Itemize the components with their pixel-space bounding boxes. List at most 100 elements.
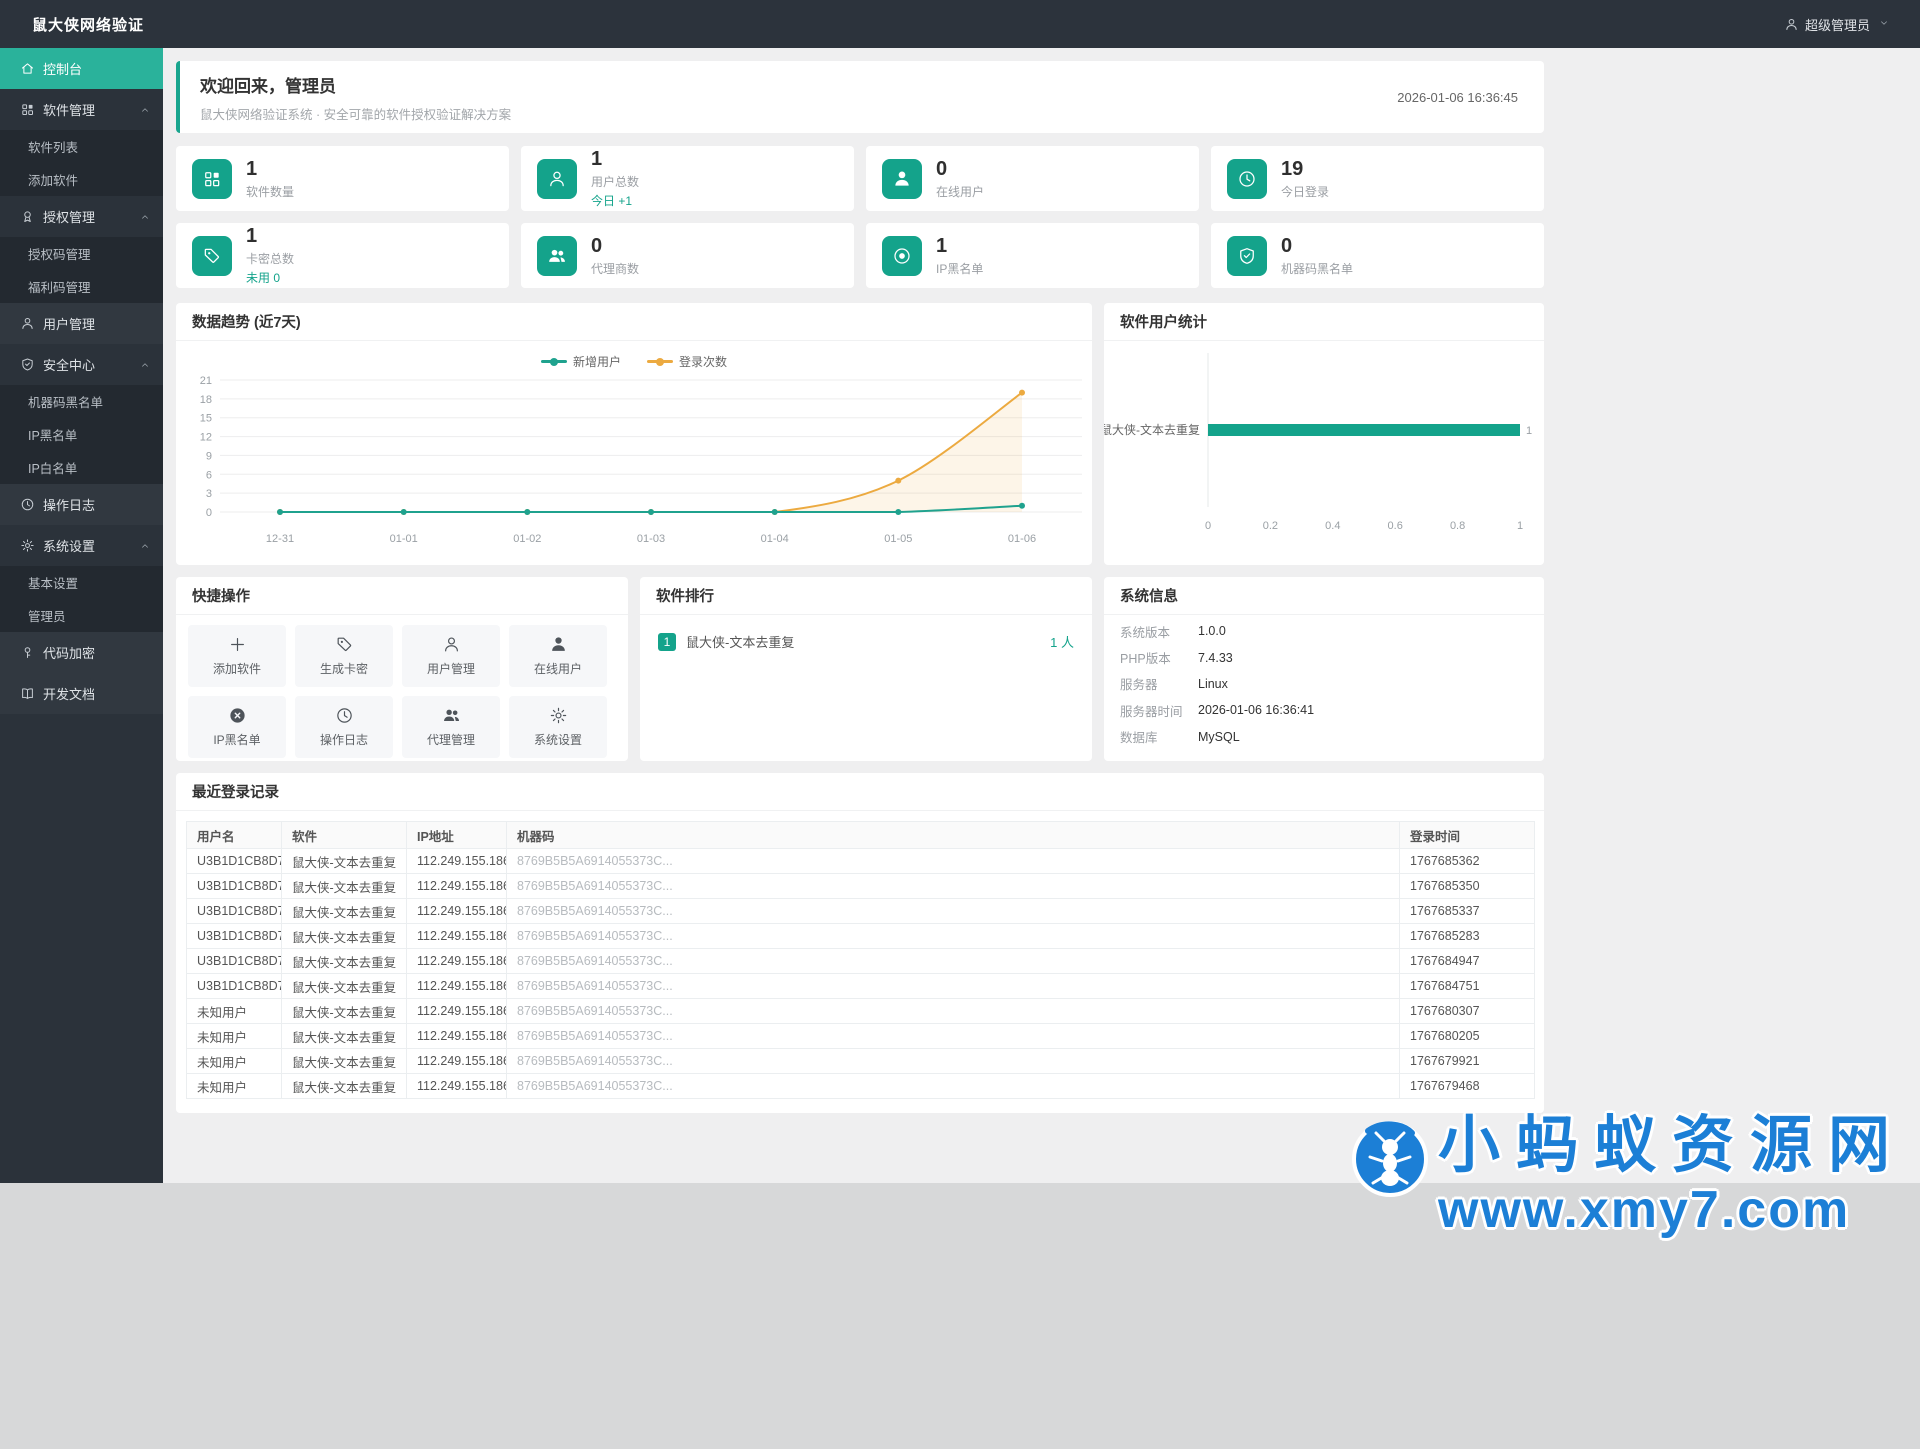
column-header: IP地址 bbox=[406, 821, 507, 849]
stat-label: 代理商数 bbox=[591, 261, 640, 276]
table-row[interactable]: U3B1D1CB8D7 鼠大侠-文本去重复 112.249.155.186 8769B… bbox=[186, 973, 1535, 999]
sidebar-item-ip-blacklist[interactable]: IP黑名单 bbox=[0, 418, 163, 451]
quick-action-add-software[interactable]: 添加软件 bbox=[188, 625, 286, 687]
svg-text:0.2: 0.2 bbox=[1263, 520, 1278, 532]
quick-action-ip-blacklist[interactable]: IP黑名单 bbox=[188, 696, 286, 758]
sidebar-item-software-list[interactable]: 软件列表 bbox=[0, 130, 163, 163]
gear-icon bbox=[549, 706, 568, 725]
sidebar-item-label: 控制台 bbox=[43, 62, 83, 77]
stats-grid: 1 软件数量 1 用户总数 今日 +1 0 在线用户 19 今日登录 1 卡密总数 未用 0 0 代理商数… bbox=[176, 146, 1544, 288]
sidebar-item-user-mgmt[interactable]: 用户管理 bbox=[0, 303, 163, 344]
quick-action-op-logs[interactable]: 操作日志 bbox=[295, 696, 393, 758]
user-menu[interactable]: 超级管理员 bbox=[1784, 15, 1890, 34]
main-content: 欢迎回来，管理员 鼠大侠网络验证系统 · 安全可靠的软件授权验证解决方案 202… bbox=[163, 48, 1920, 1113]
column-header: 机器码 bbox=[506, 821, 1400, 849]
stat-text: 1 软件数量 bbox=[246, 158, 294, 200]
stat-label: 机器码黑名单 bbox=[1281, 261, 1354, 276]
table-cell: 鼠大侠-文本去重复 bbox=[281, 1048, 407, 1074]
table-cell: 未知用户 bbox=[186, 1023, 282, 1049]
sidebar-item-license-codes[interactable]: 授权码管理 bbox=[0, 237, 163, 270]
stat-label: 软件数量 bbox=[246, 184, 295, 199]
stat-text: 1 IP黑名单 bbox=[936, 235, 983, 277]
quick-action-agent-mgmt[interactable]: 代理管理 bbox=[402, 696, 500, 758]
table-row[interactable]: 未知用户 鼠大侠-文本去重复 112.249.155.186 8769B5B5A691… bbox=[186, 1048, 1535, 1074]
table-cell: 8769B5B5A6914055373C... bbox=[506, 898, 1400, 924]
app-background: 鼠大侠网络验证 超级管理员 控制台 软件管理 软件列表 添加软件 授权管理 授权码管理 福利… bbox=[0, 0, 1920, 1183]
table-row[interactable]: U3B1D1CB8D7 鼠大侠-文本去重复 112.249.155.186 8769B… bbox=[186, 873, 1535, 899]
recent-logins-table: 用户名 软件 IP地址 机器码 登录时间 U3B1D1CB8D7 鼠大侠-文本去重复 112… bbox=[186, 821, 1535, 1099]
table-row[interactable]: U3B1D1CB8D7 鼠大侠-文本去重复 112.249.155.186 8769B… bbox=[186, 848, 1535, 874]
table-cell: 1767685350 bbox=[1399, 873, 1535, 899]
system-info-row: 服务器时间 2026-01-06 16:36:41 bbox=[1120, 697, 1528, 723]
sidebar-item-label: 软件列表 bbox=[28, 141, 79, 155]
system-info-value: MySQL bbox=[1198, 729, 1240, 744]
quick-action-user-mgmt[interactable]: 用户管理 bbox=[402, 625, 500, 687]
trend-chart-title: 数据趋势 (近7天) bbox=[192, 315, 301, 331]
table-row[interactable]: U3B1D1CB8D7 鼠大侠-文本去重复 112.249.155.186 8769B… bbox=[186, 948, 1535, 974]
sidebar-item-label: 添加软件 bbox=[28, 174, 79, 188]
trend-line-chart: 0 3 6 9 12 15 18 21 12-31 01-01 01-02 01-03 01-04 01-… bbox=[176, 370, 1092, 555]
table-row[interactable]: U3B1D1CB8D7 鼠大侠-文本去重复 112.249.155.186 8769B… bbox=[186, 923, 1535, 949]
stat-value: 1 bbox=[591, 148, 603, 170]
user-icon bbox=[1784, 17, 1799, 32]
sidebar-item-software-mgmt[interactable]: 软件管理 bbox=[0, 89, 163, 130]
top-header: 鼠大侠网络验证 超级管理员 bbox=[0, 0, 1920, 48]
table-row[interactable]: 未知用户 鼠大侠-文本去重复 112.249.155.186 8769B5B5A691… bbox=[186, 1023, 1535, 1049]
sidebar-item-software-add[interactable]: 添加软件 bbox=[0, 163, 163, 196]
svg-text:01-06: 01-06 bbox=[1008, 533, 1036, 545]
table-cell: 112.249.155.186 bbox=[406, 998, 507, 1024]
stat-sub: 今日 +1 bbox=[591, 194, 633, 208]
stat-text: 19 今日登录 bbox=[1281, 158, 1329, 200]
stat-card-online-users: 0 在线用户 bbox=[866, 146, 1199, 211]
table-cell: 112.249.155.186 bbox=[406, 873, 507, 899]
table-cell: U3B1D1CB8D7 bbox=[186, 873, 282, 899]
table-cell: 未知用户 bbox=[186, 1048, 282, 1074]
quick-action-sys-settings[interactable]: 系统设置 bbox=[509, 696, 607, 758]
sidebar-item-admins[interactable]: 管理员 bbox=[0, 599, 163, 632]
sidebar-item-label: 用户管理 bbox=[43, 317, 96, 332]
sidebar-item-label: 软件管理 bbox=[43, 103, 96, 118]
sidebar-item-label: 代码加密 bbox=[43, 646, 96, 661]
table-row[interactable]: U3B1D1CB8D7 鼠大侠-文本去重复 112.249.155.186 8769B… bbox=[186, 898, 1535, 924]
sidebar-item-basic-settings[interactable]: 基本设置 bbox=[0, 566, 163, 599]
sidebar-item-system-settings[interactable]: 系统设置 bbox=[0, 525, 163, 566]
stat-label: 用户总数 bbox=[591, 175, 640, 189]
watermark-logo bbox=[1348, 1115, 1432, 1204]
sidebar-item-dev-docs[interactable]: 开发文档 bbox=[0, 673, 163, 714]
quick-action-gen-card[interactable]: 生成卡密 bbox=[295, 625, 393, 687]
tag-icon bbox=[335, 635, 354, 654]
table-cell: 8769B5B5A6914055373C... bbox=[506, 848, 1400, 874]
table-row[interactable]: 未知用户 鼠大侠-文本去重复 112.249.155.186 8769B5B5A691… bbox=[186, 998, 1535, 1024]
user-solid-icon bbox=[549, 635, 568, 654]
stat-card-card-total: 1 卡密总数 未用 0 bbox=[176, 223, 509, 288]
sidebar-item-ip-whitelist[interactable]: IP白名单 bbox=[0, 451, 163, 484]
quick-action-label: 在线用户 bbox=[533, 662, 582, 676]
sidebar-item-console[interactable]: 控制台 bbox=[0, 48, 163, 89]
table-cell: 1767685283 bbox=[1399, 923, 1535, 949]
legend-item-0[interactable]: 新增用户 bbox=[540, 353, 621, 370]
sidebar-item-license-mgmt[interactable]: 授权管理 bbox=[0, 196, 163, 237]
sidebar-item-machine-blacklist[interactable]: 机器码黑名单 bbox=[0, 385, 163, 418]
quick-action-label: 生成卡密 bbox=[319, 662, 368, 676]
quick-action-online-users[interactable]: 在线用户 bbox=[509, 625, 607, 687]
sidebar-item-welfare-codes[interactable]: 福利码管理 bbox=[0, 270, 163, 303]
table-cell: 8769B5B5A6914055373C... bbox=[506, 1023, 1400, 1049]
legend-label: 登录次数 bbox=[679, 355, 728, 369]
sidebar-item-security-center[interactable]: 安全中心 bbox=[0, 344, 163, 385]
table-cell: 112.249.155.186 bbox=[406, 898, 507, 924]
system-info-row: 服务器 Linux bbox=[1120, 671, 1528, 697]
plus-icon bbox=[228, 635, 247, 654]
table-row[interactable]: 未知用户 鼠大侠-文本去重复 112.249.155.186 8769B5B5A691… bbox=[186, 1073, 1535, 1099]
welcome-banner: 欢迎回来，管理员 鼠大侠网络验证系统 · 安全可靠的软件授权验证解决方案 202… bbox=[176, 61, 1544, 133]
svg-text:6: 6 bbox=[206, 469, 212, 481]
table-cell: 未知用户 bbox=[186, 1073, 282, 1099]
table-cell: 1767684751 bbox=[1399, 973, 1535, 999]
system-info-title: 系统信息 bbox=[1120, 589, 1178, 605]
sidebar-item-label: 操作日志 bbox=[43, 498, 96, 513]
sidebar-item-operation-logs[interactable]: 操作日志 bbox=[0, 484, 163, 525]
legend-item-1[interactable]: 登录次数 bbox=[647, 353, 727, 370]
user-count: 1 人 bbox=[1050, 635, 1074, 650]
sidebar-item-code-encrypt[interactable]: 代码加密 bbox=[0, 632, 163, 673]
system-info-row: 数据库 MySQL bbox=[1120, 724, 1528, 750]
middle-row: 快捷操作 添加软件 生成卡密 用户管理 在线用户 IP黑名单 操作日志 代理管理 系统设置 软… bbox=[176, 577, 1544, 761]
